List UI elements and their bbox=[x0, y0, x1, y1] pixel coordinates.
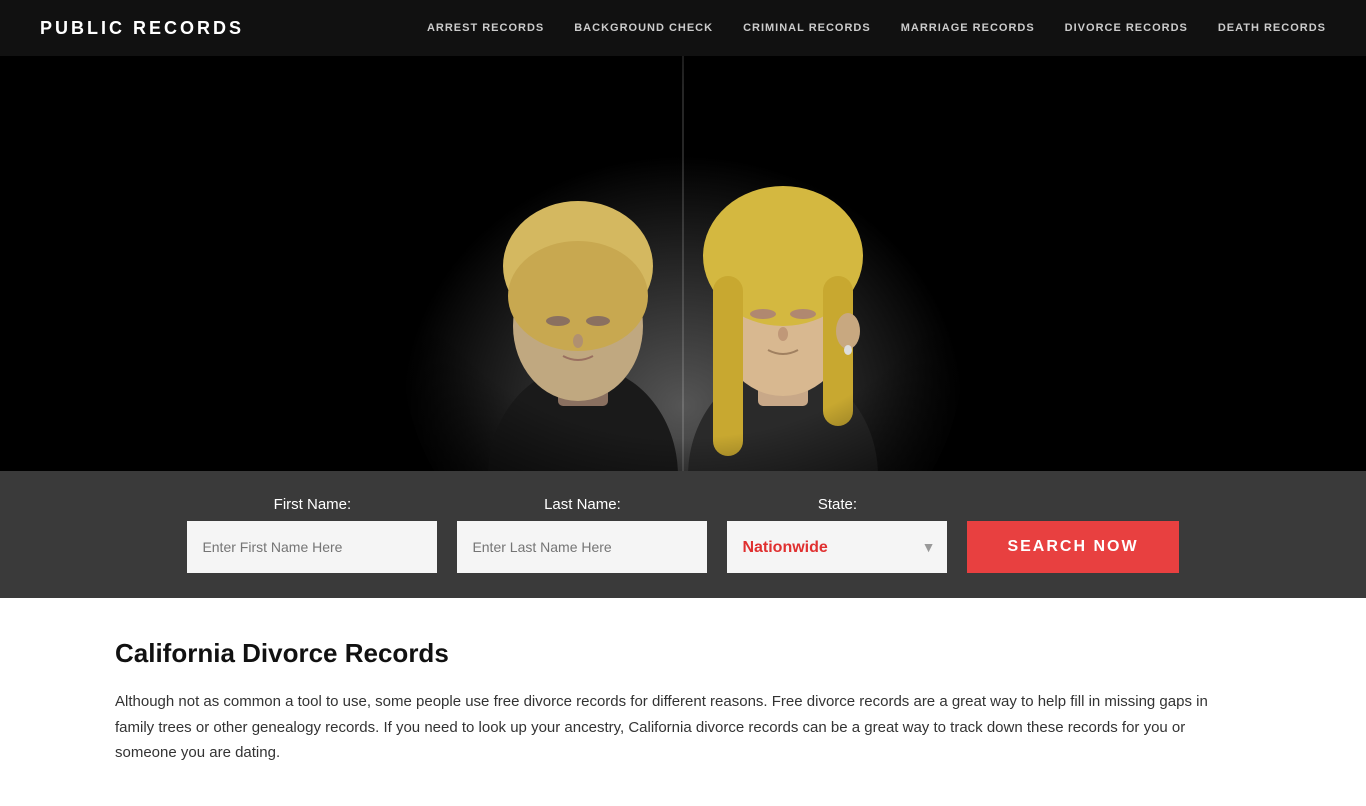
first-name-label: First Name: bbox=[187, 496, 437, 513]
page-title: California Divorce Records bbox=[115, 638, 1251, 669]
main-nav: ARREST RECORDS BACKGROUND CHECK CRIMINAL… bbox=[427, 22, 1326, 34]
nav-criminal-records[interactable]: CRIMINAL RECORDS bbox=[743, 22, 871, 34]
nav-divorce-records[interactable]: DIVORCE RECORDS bbox=[1065, 22, 1188, 34]
last-name-input[interactable] bbox=[457, 521, 707, 573]
state-select-wrapper: Nationwide Alabama Alaska Arizona Arkans… bbox=[727, 521, 947, 573]
nav-death-records[interactable]: DEATH RECORDS bbox=[1218, 22, 1326, 34]
last-name-group: Last Name: bbox=[457, 496, 707, 573]
main-content: California Divorce Records Although not … bbox=[0, 598, 1366, 806]
site-logo: PUBLIC RECORDS bbox=[40, 18, 244, 39]
hero-image bbox=[383, 56, 983, 471]
nav-background-check[interactable]: BACKGROUND CHECK bbox=[574, 22, 713, 34]
last-name-label: Last Name: bbox=[457, 496, 707, 513]
first-name-group: First Name: bbox=[187, 496, 437, 573]
state-label: State: bbox=[727, 496, 947, 513]
hero-couple-svg bbox=[383, 56, 983, 471]
search-now-button[interactable]: SEARCH NOW bbox=[967, 521, 1178, 573]
nav-marriage-records[interactable]: MARRIAGE RECORDS bbox=[901, 22, 1035, 34]
first-name-input[interactable] bbox=[187, 521, 437, 573]
intro-paragraph: Although not as common a tool to use, so… bbox=[115, 689, 1251, 766]
state-group: State: Nationwide Alabama Alaska Arizona… bbox=[727, 496, 947, 573]
hero-section bbox=[0, 56, 1366, 471]
search-bar: First Name: Last Name: State: Nationwide… bbox=[0, 471, 1366, 598]
nav-arrest-records[interactable]: ARREST RECORDS bbox=[427, 22, 544, 34]
state-select[interactable]: Nationwide Alabama Alaska Arizona Arkans… bbox=[727, 521, 947, 573]
site-header: PUBLIC RECORDS ARREST RECORDS BACKGROUND… bbox=[0, 0, 1366, 56]
